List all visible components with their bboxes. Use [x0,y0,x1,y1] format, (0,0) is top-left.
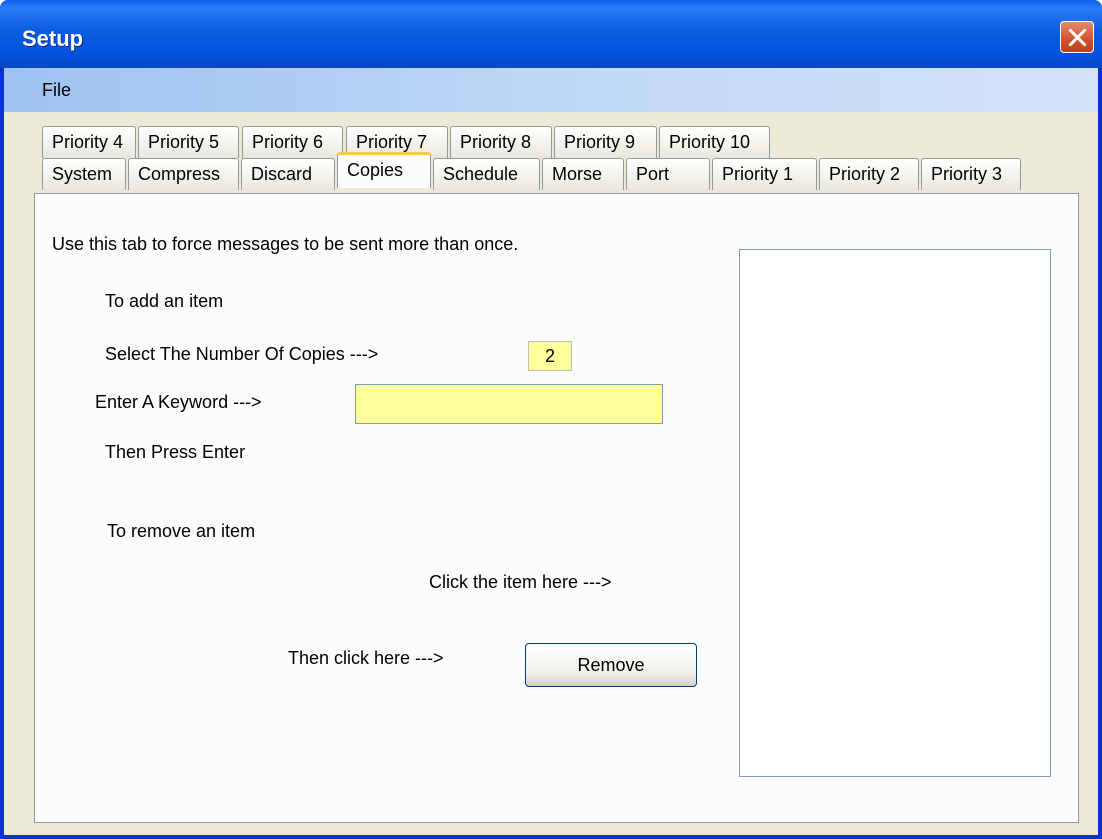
keyword-label: Enter A Keyword ---> [95,392,262,412]
tab-priority-8[interactable]: Priority 8 [450,126,552,158]
tab-priority-1[interactable]: Priority 1 [712,158,817,190]
tab-priority-6[interactable]: Priority 6 [242,126,343,158]
tab-priority-3[interactable]: Priority 3 [921,158,1021,190]
tab-discard[interactable]: Discard [241,158,335,190]
tab-compress[interactable]: Compress [128,158,239,190]
add-item-heading: To add an item [105,291,224,311]
tab-port[interactable]: Port [626,158,710,190]
menu-file[interactable]: File [42,80,71,101]
remove-item-heading: To remove an item [107,521,256,541]
keyword-input[interactable] [355,384,663,424]
select-copies-label: Select The Number Of Copies ---> [105,344,379,364]
tab-schedule[interactable]: Schedule [433,158,540,190]
tab-copies[interactable]: Copies [337,152,431,188]
tab-priority-10[interactable]: Priority 10 [659,126,770,158]
description-text: Use this tab to force messages to be sen… [52,234,519,254]
tab-priority-9[interactable]: Priority 9 [554,126,657,158]
setup-window: Setup File Priority 4 Priority 5 Priorit… [0,0,1102,839]
press-enter-text: Then Press Enter [105,442,246,462]
copies-tab-panel: Use this tab to force messages to be sen… [34,193,1079,823]
remove-button[interactable]: Remove [525,643,697,687]
tab-priority-2[interactable]: Priority 2 [819,158,919,190]
title-bar[interactable]: Setup [0,0,1102,68]
then-click-label: Then click here ---> [288,648,444,668]
tab-system[interactable]: System [42,158,126,190]
click-item-label: Click the item here ---> [429,572,612,592]
window-client-area: File Priority 4 Priority 5 Priority 6 Pr… [4,68,1098,835]
close-button[interactable] [1060,21,1094,53]
tab-priority-5[interactable]: Priority 5 [138,126,239,158]
copies-count-field[interactable]: 2 [528,341,572,371]
tab-priority-4[interactable]: Priority 4 [42,126,136,158]
tab-morse[interactable]: Morse [542,158,624,190]
window-title: Setup [22,26,84,51]
menu-bar: File [4,68,1098,112]
keyword-list[interactable] [739,249,1051,777]
